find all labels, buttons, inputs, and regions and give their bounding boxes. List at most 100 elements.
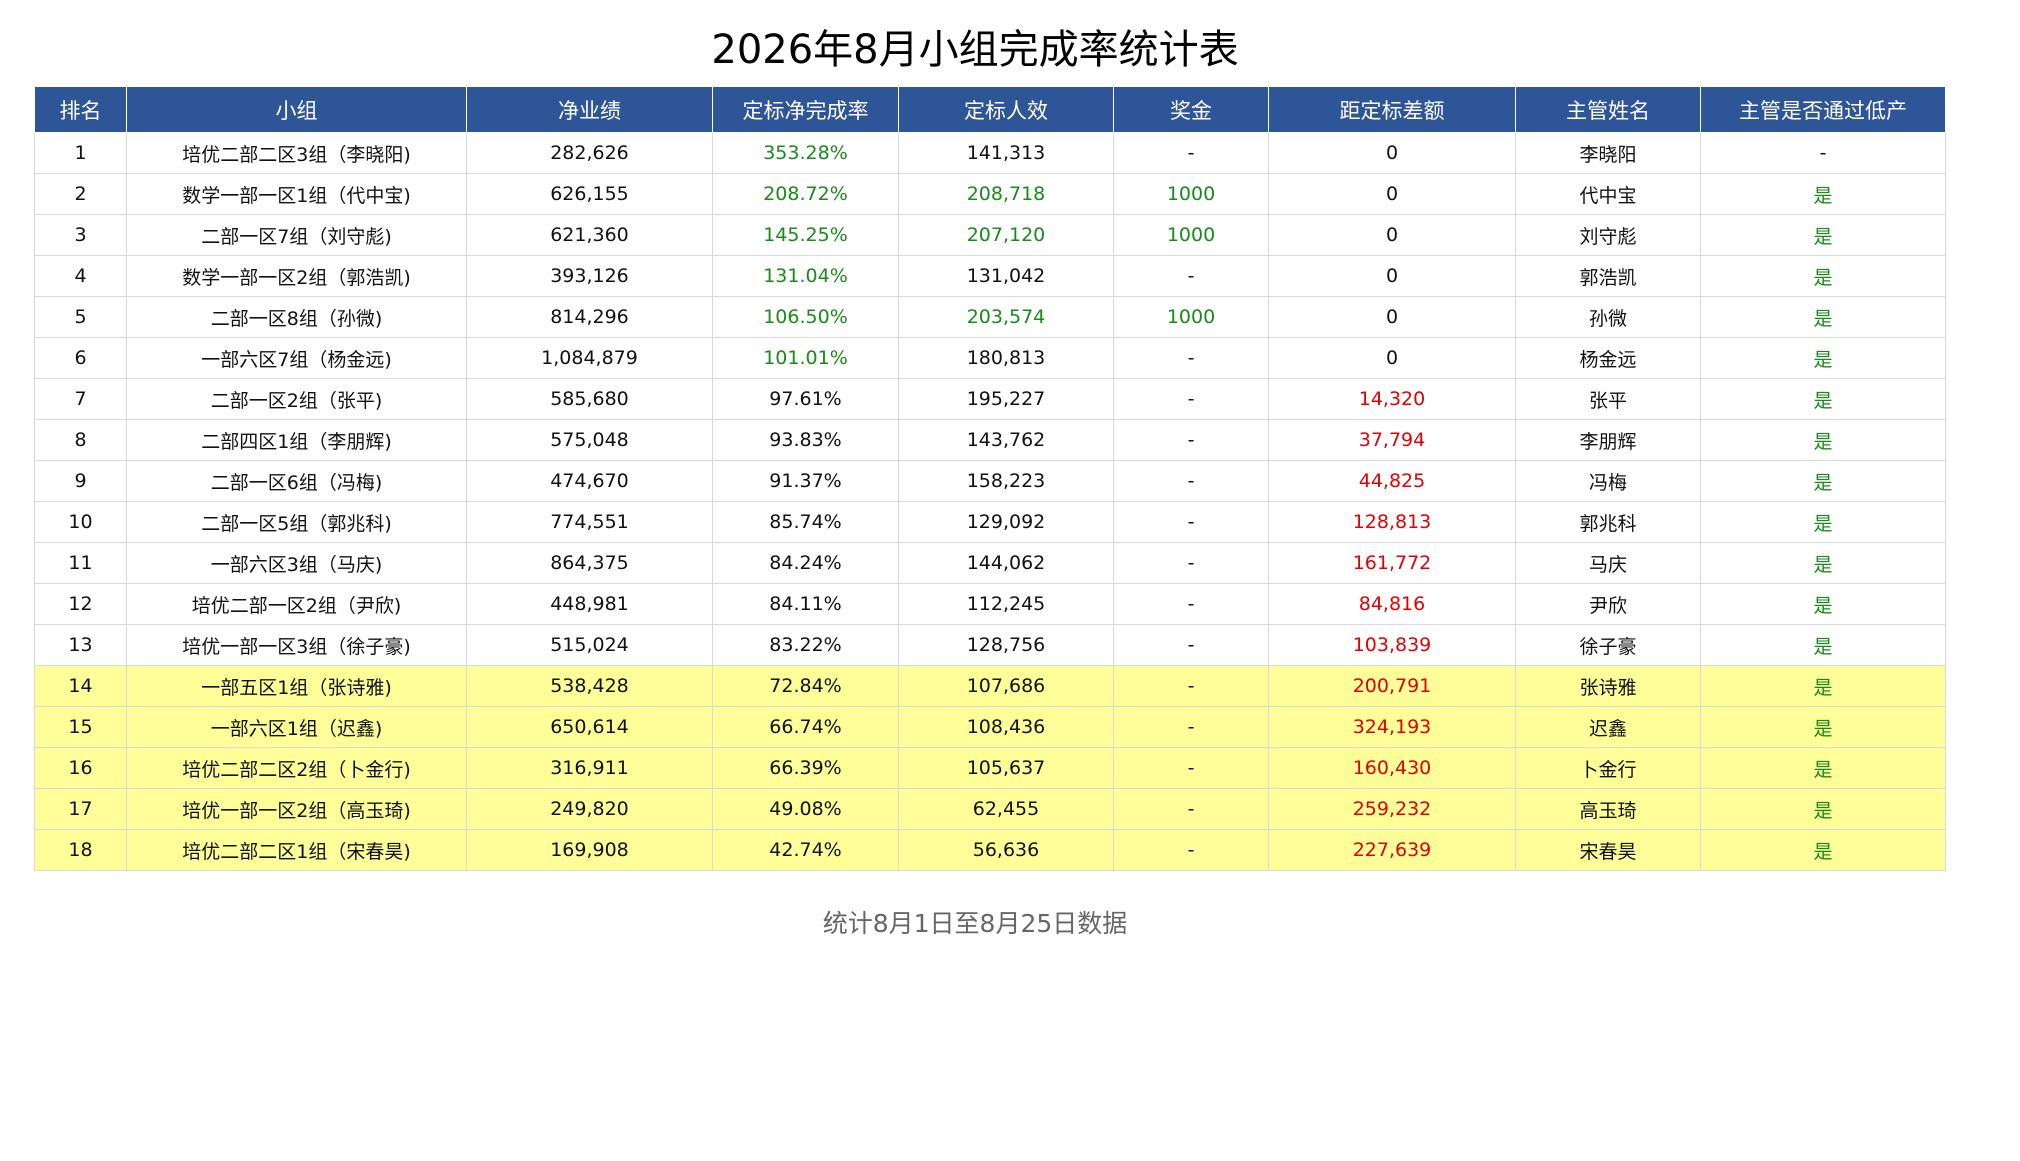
cell-group: 一部六区3组（马庆) [126, 542, 467, 584]
cell-gap-to-target: 0 [1268, 173, 1516, 215]
cell-rank: 9 [34, 460, 127, 502]
cell-net-performance: 538,428 [466, 665, 713, 707]
header-gap-to-target: 距定标差额 [1268, 86, 1516, 133]
header-group: 小组 [126, 86, 467, 133]
cell-leader-passed: 是 [1700, 788, 1946, 830]
cell-bonus: - [1113, 378, 1269, 420]
cell-completion-rate: 42.74% [712, 829, 899, 871]
cell-completion-rate: 131.04% [712, 255, 899, 297]
cell-bonus: - [1113, 460, 1269, 502]
cell-leader-passed: 是 [1700, 747, 1946, 789]
cell-bonus: 1000 [1113, 173, 1269, 215]
cell-leader-passed: 是 [1700, 255, 1946, 297]
cell-bonus: - [1113, 501, 1269, 543]
cell-bonus: - [1113, 665, 1269, 707]
cell-group: 二部四区1组（李朋辉) [126, 419, 467, 461]
cell-per-capita: 105,637 [898, 747, 1114, 789]
cell-completion-rate: 85.74% [712, 501, 899, 543]
cell-bonus: - [1113, 337, 1269, 379]
cell-group: 培优一部一区2组（高玉琦) [126, 788, 467, 830]
table-row: 17 培优一部一区2组（高玉琦) 249,820 49.08% 62,455-259,2… [34, 788, 1946, 830]
cell-net-performance: 585,680 [466, 378, 713, 420]
footnote: 统计8月1日至8月25日数据 [822, 909, 1128, 938]
cell-rank: 1 [34, 132, 127, 174]
cell-gap-to-target: 103,839 [1268, 624, 1516, 666]
cell-leader-name: 杨金远 [1515, 337, 1701, 379]
table-row: 12 培优二部一区2组（尹欣) 448,981 84.11% 112,245-84,81… [34, 583, 1946, 625]
table-header: 排名 小组 净业绩 定标净完成率 定标人效 奖金 距定标差额 主管姓名 主管是否… [34, 86, 1946, 133]
cell-per-capita: 203,574 [898, 296, 1114, 338]
header-bonus: 奖金 [1113, 86, 1269, 133]
cell-rank: 6 [34, 337, 127, 379]
cell-group: 培优二部二区1组（宋春昊) [126, 829, 467, 871]
cell-net-performance: 169,908 [466, 829, 713, 871]
cell-bonus: - [1113, 583, 1269, 625]
cell-completion-rate: 66.74% [712, 706, 899, 748]
cell-net-performance: 814,296 [466, 296, 713, 338]
cell-net-performance: 474,670 [466, 460, 713, 502]
cell-bonus: - [1113, 788, 1269, 830]
cell-bonus: - [1113, 132, 1269, 174]
header-per-capita: 定标人效 [898, 86, 1114, 133]
cell-completion-rate: 84.11% [712, 583, 899, 625]
cell-bonus: - [1113, 829, 1269, 871]
cell-rank: 16 [34, 747, 127, 789]
cell-net-performance: 626,155 [466, 173, 713, 215]
cell-gap-to-target: 37,794 [1268, 419, 1516, 461]
table-row: 5 二部一区8组（孙微) 814,296 106.50% 203,574 1000 0 孙微是 [34, 296, 1946, 338]
cell-leader-passed: 是 [1700, 829, 1946, 871]
cell-leader-name: 迟鑫 [1515, 706, 1701, 748]
cell-per-capita: 62,455 [898, 788, 1114, 830]
cell-per-capita: 131,042 [898, 255, 1114, 297]
cell-rank: 2 [34, 173, 127, 215]
cell-completion-rate: 93.83% [712, 419, 899, 461]
cell-group: 培优一部一区3组（徐子豪) [126, 624, 467, 666]
table-row: 7 二部一区2组（张平) 585,680 97.61% 195,227-14,320 张平… [34, 378, 1946, 420]
table-row: 2 数学一部一区1组（代中宝) 626,155 208.72% 208,718 1000 0… [34, 173, 1946, 215]
table-row: 11 一部六区3组（马庆) 864,375 84.24% 144,062-161,772… [34, 542, 1946, 584]
cell-net-performance: 515,024 [466, 624, 713, 666]
cell-per-capita: 180,813 [898, 337, 1114, 379]
cell-bonus: - [1113, 747, 1269, 789]
cell-group: 一部五区1组（张诗雅) [126, 665, 467, 707]
cell-leader-passed: 是 [1700, 419, 1946, 461]
cell-completion-rate: 66.39% [712, 747, 899, 789]
cell-group: 一部六区7组（杨金远) [126, 337, 467, 379]
cell-group: 二部一区5组（郭兆科) [126, 501, 467, 543]
cell-gap-to-target: 0 [1268, 296, 1516, 338]
cell-rank: 12 [34, 583, 127, 625]
cell-leader-passed: 是 [1700, 665, 1946, 707]
cell-per-capita: 143,762 [898, 419, 1114, 461]
cell-completion-rate: 72.84% [712, 665, 899, 707]
cell-per-capita: 107,686 [898, 665, 1114, 707]
cell-leader-passed: 是 [1700, 173, 1946, 215]
cell-net-performance: 774,551 [466, 501, 713, 543]
cell-leader-name: 宋春昊 [1515, 829, 1701, 871]
cell-rank: 18 [34, 829, 127, 871]
cell-rank: 4 [34, 255, 127, 297]
cell-leader-passed: 是 [1700, 337, 1946, 379]
cell-rank: 13 [34, 624, 127, 666]
cell-per-capita: 112,245 [898, 583, 1114, 625]
cell-rank: 3 [34, 214, 127, 256]
cell-group: 数学一部一区1组（代中宝) [126, 173, 467, 215]
cell-leader-name: 郭兆科 [1515, 501, 1701, 543]
cell-gap-to-target: 44,825 [1268, 460, 1516, 502]
cell-completion-rate: 84.24% [712, 542, 899, 584]
cell-leader-name: 徐子豪 [1515, 624, 1701, 666]
cell-net-performance: 650,614 [466, 706, 713, 748]
cell-bonus: - [1113, 255, 1269, 297]
cell-leader-name: 李晓阳 [1515, 132, 1701, 174]
cell-rank: 8 [34, 419, 127, 461]
cell-group: 培优二部二区3组（李晓阳) [126, 132, 467, 174]
header-completion-rate: 定标净完成率 [712, 86, 899, 133]
cell-leader-name: 冯梅 [1515, 460, 1701, 502]
cell-per-capita: 158,223 [898, 460, 1114, 502]
cell-leader-name: 马庆 [1515, 542, 1701, 584]
cell-leader-passed: 是 [1700, 583, 1946, 625]
cell-gap-to-target: 200,791 [1268, 665, 1516, 707]
cell-bonus: - [1113, 624, 1269, 666]
cell-per-capita: 128,756 [898, 624, 1114, 666]
cell-completion-rate: 101.01% [712, 337, 899, 379]
cell-completion-rate: 91.37% [712, 460, 899, 502]
